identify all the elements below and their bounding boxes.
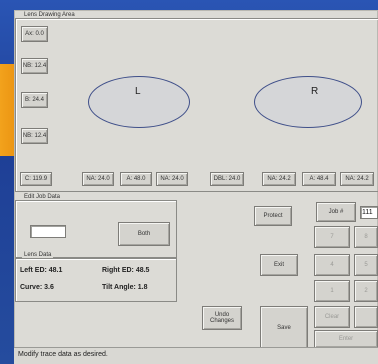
enter-button[interactable]: Enter (314, 330, 378, 348)
na-left-2-button[interactable]: NA: 24.0 (156, 172, 188, 186)
keypad-1-button[interactable]: 1 (314, 280, 350, 302)
lens-drawing-area-title: Lens Drawing Area (22, 12, 77, 18)
keypad-5-button[interactable]: 5 (354, 254, 378, 276)
right-ed-value: Right ED: 48.5 (102, 267, 150, 274)
left-ed-value: Left ED: 48.1 (20, 267, 63, 274)
na-right-1-button[interactable]: NA: 24.2 (262, 172, 296, 186)
edit-job-data-title: Edit Job Data (22, 194, 63, 200)
job-data-input[interactable] (30, 225, 66, 238)
lens-data-title: Lens Data (22, 252, 54, 258)
keypad-7-button[interactable]: 7 (314, 226, 350, 248)
save-button[interactable]: Save (260, 306, 308, 350)
status-bar: Modify trace data as desired. (14, 347, 378, 364)
left-lens-label: L (135, 86, 141, 97)
left-lens-shape[interactable] (88, 76, 190, 128)
tilt-angle-value: Tilt Angle: 1.8 (102, 284, 148, 291)
clear-button[interactable]: Clear (314, 306, 350, 328)
keypad-2-button[interactable]: 2 (354, 280, 378, 302)
job-number-field[interactable]: 111 (360, 206, 378, 219)
protect-button[interactable]: Protect (254, 206, 292, 226)
b-button[interactable]: B: 24.4 (21, 92, 48, 108)
a-right-button[interactable]: A: 48.4 (302, 172, 336, 186)
lens-editor-window: Lens Drawing Area Ax: 0.0 NB: 12.4 B: 24… (14, 10, 378, 364)
nb-bottom-button[interactable]: NB: 12.4 (21, 128, 48, 144)
both-button[interactable]: Both (118, 222, 170, 246)
nb-top-button[interactable]: NB: 12.4 (21, 58, 48, 74)
right-lens-shape[interactable] (254, 76, 362, 128)
lens-data-group: Lens Data (15, 252, 177, 302)
exit-button[interactable]: Exit (260, 254, 298, 276)
c-button[interactable]: C: 119.9 (20, 172, 52, 186)
dbl-button[interactable]: DBL: 24.0 (210, 172, 244, 186)
na-left-1-button[interactable]: NA: 24.0 (82, 172, 114, 186)
right-lens-label: R (311, 86, 319, 97)
na-right-2-button[interactable]: NA: 24.2 (340, 172, 374, 186)
curve-value: Curve: 3.6 (20, 284, 54, 291)
job-number-button[interactable]: Job # (316, 202, 356, 222)
clear-button-2[interactable] (354, 306, 378, 328)
undo-changes-button[interactable]: Undo Changes (202, 306, 242, 330)
keypad-8-button[interactable]: 8 (354, 226, 378, 248)
ax-button[interactable]: Ax: 0.0 (21, 26, 48, 42)
a-left-button[interactable]: A: 48.0 (120, 172, 152, 186)
keypad-4-button[interactable]: 4 (314, 254, 350, 276)
